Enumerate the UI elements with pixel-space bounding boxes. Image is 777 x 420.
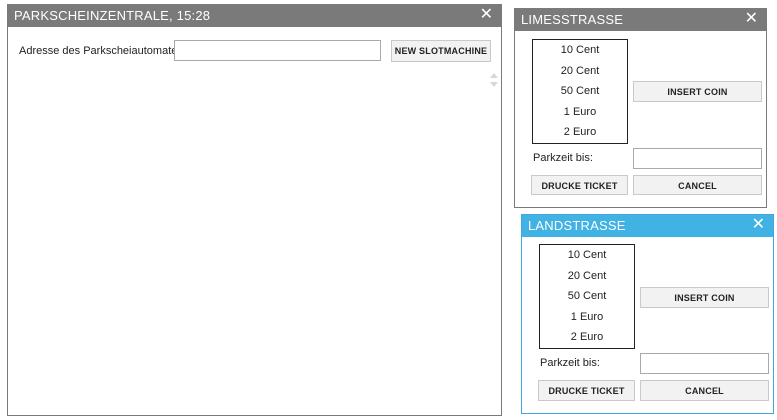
cancel-button[interactable]: CANCEL <box>633 175 762 195</box>
insert-coin-button[interactable]: INSERT COIN <box>633 81 762 102</box>
central-window: PARKSCHEINZENTRALE, 15:28 ✕ Adresse des … <box>7 4 502 416</box>
coin-option[interactable]: 50 Cent <box>540 286 634 307</box>
drucke-ticket-button[interactable]: DRUCKE TICKET <box>531 175 628 195</box>
machine-window-limesstrasse: LIMESSTRASSE ✕ 10 Cent 20 Cent 50 Cent 1… <box>514 8 767 208</box>
machine-title: LANDSTRASSE <box>528 218 626 233</box>
coin-option[interactable]: 1 Euro <box>540 307 634 328</box>
drucke-ticket-button[interactable]: DRUCKE TICKET <box>538 380 635 401</box>
coin-option[interactable]: 20 Cent <box>540 266 634 287</box>
machine-window-landstrasse: LANDSTRASSE ✕ 10 Cent 20 Cent 50 Cent 1 … <box>521 214 774 414</box>
coin-option[interactable]: 10 Cent <box>533 40 627 61</box>
machine-titlebar[interactable]: LIMESSTRASSE ✕ <box>515 9 766 31</box>
coin-list[interactable]: 10 Cent 20 Cent 50 Cent 1 Euro 2 Euro <box>539 244 635 349</box>
close-icon[interactable]: ✕ <box>745 10 758 28</box>
cancel-button[interactable]: CANCEL <box>640 380 769 401</box>
parkzeit-label: Parkzeit bis: <box>533 152 593 164</box>
close-icon[interactable]: ✕ <box>752 216 765 234</box>
new-slotmachine-button[interactable]: NEW SLOTMACHINE <box>391 40 491 62</box>
machine-titlebar[interactable]: LANDSTRASSE ✕ <box>522 215 773 237</box>
machine-title: LIMESSTRASSE <box>521 12 624 27</box>
coin-option[interactable]: 2 Euro <box>533 122 627 143</box>
coin-option[interactable]: 10 Cent <box>540 245 634 266</box>
insert-coin-button[interactable]: INSERT COIN <box>640 287 769 308</box>
scroll-down-icon[interactable] <box>490 82 498 87</box>
coin-option[interactable]: 2 Euro <box>540 327 634 348</box>
parkzeit-field[interactable] <box>633 148 762 169</box>
coin-option[interactable]: 50 Cent <box>533 81 627 102</box>
scroll-arrows[interactable] <box>489 73 499 87</box>
central-title: PARKSCHEINZENTRALE, 15:28 <box>14 8 211 23</box>
coin-option[interactable]: 20 Cent <box>533 61 627 82</box>
close-icon[interactable]: ✕ <box>480 6 493 24</box>
address-label: Adresse des Parkscheiautomaten: <box>19 45 187 57</box>
scroll-up-icon[interactable] <box>490 73 498 78</box>
coin-list[interactable]: 10 Cent 20 Cent 50 Cent 1 Euro 2 Euro <box>532 39 628 144</box>
address-input[interactable] <box>174 40 381 61</box>
parkzeit-label: Parkzeit bis: <box>540 357 600 369</box>
coin-option[interactable]: 1 Euro <box>533 102 627 123</box>
parkzeit-field[interactable] <box>640 353 769 374</box>
central-titlebar[interactable]: PARKSCHEINZENTRALE, 15:28 ✕ <box>8 5 501 27</box>
